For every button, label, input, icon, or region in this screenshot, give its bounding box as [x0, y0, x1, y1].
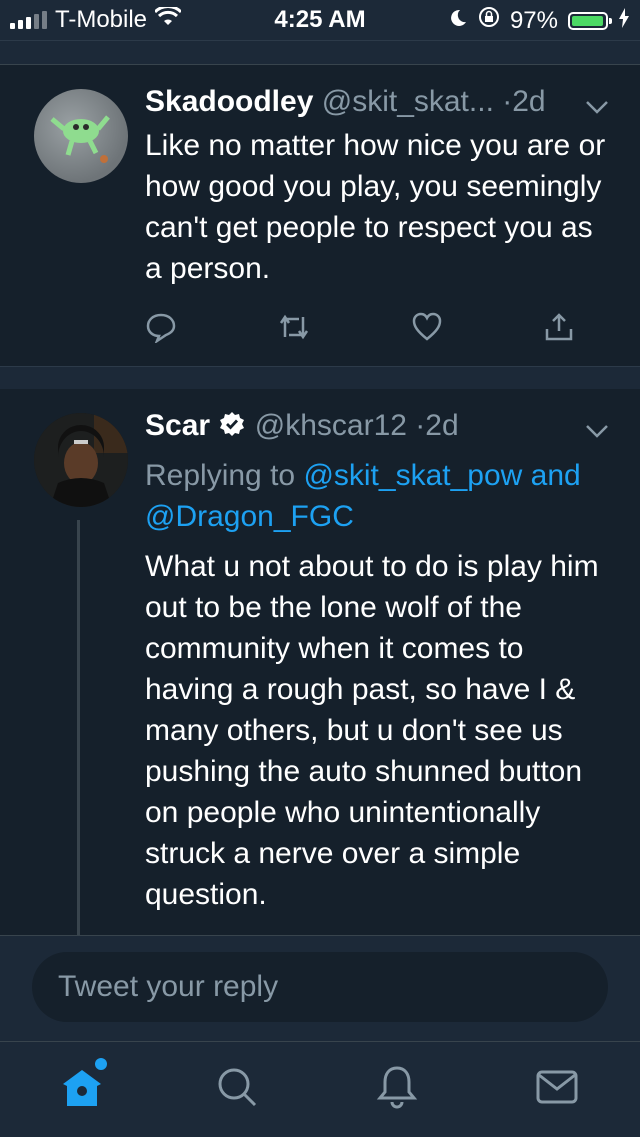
tweet-time: 2d: [512, 85, 546, 118]
avatar[interactable]: [34, 89, 128, 183]
notification-dot: [95, 1057, 107, 1070]
battery-icon: [568, 11, 612, 30]
tab-home[interactable]: [57, 1057, 107, 1115]
reply-input[interactable]: [32, 952, 608, 1022]
tweet-time: 2d: [425, 409, 459, 442]
share-icon[interactable]: [543, 311, 575, 348]
tweet[interactable]: Skadoodley @skit_skat... ·2d Like no mat…: [0, 64, 640, 367]
separator-dot: ·: [502, 85, 513, 118]
separator-dot: ·: [415, 409, 426, 442]
verified-badge-icon: [218, 410, 246, 446]
tweet-actions: [145, 311, 575, 348]
replying-prefix: Replying to: [145, 459, 296, 492]
like-icon[interactable]: [411, 311, 443, 348]
tab-bar: [0, 1041, 640, 1137]
reply-icon[interactable]: [145, 311, 177, 348]
tweet-text: What u not about to do is play him out t…: [145, 550, 599, 911]
tweet-focused[interactable]: Scar @khscar12 ·2d Replying to @skit_ska…: [0, 389, 640, 935]
rotation-lock-icon: [478, 6, 500, 35]
home-icon: [59, 1057, 107, 1115]
tweet-header: Skadoodley @skit_skat... ·2d: [145, 85, 620, 119]
top-gap: [0, 40, 640, 65]
user-handle[interactable]: @skit_skat...: [322, 85, 494, 118]
reply-bar: [0, 935, 640, 1042]
display-name[interactable]: Skadoodley: [145, 85, 313, 118]
avatar[interactable]: [34, 413, 128, 507]
tab-messages[interactable]: [532, 1064, 582, 1114]
retweet-icon[interactable]: [277, 311, 311, 348]
tweet-text: Like no matter how nice you are or how g…: [145, 129, 606, 285]
status-bar: T-Mobile 4:25 AM 97%: [0, 0, 640, 40]
mention-link[interactable]: @Dragon_FGC: [145, 500, 354, 533]
moon-icon: [448, 7, 468, 35]
user-handle[interactable]: @khscar12: [255, 409, 407, 442]
chevron-down-icon[interactable]: [584, 415, 610, 449]
display-name[interactable]: Scar: [145, 409, 210, 442]
battery-percent: 97%: [509, 6, 558, 34]
bell-icon: [375, 1064, 419, 1115]
tweet-separator: [0, 366, 640, 390]
charging-icon: [618, 7, 630, 35]
chevron-down-icon[interactable]: [584, 91, 610, 125]
mail-icon: [535, 1067, 579, 1112]
thread-line: [77, 520, 80, 935]
status-right: 97%: [448, 6, 630, 35]
tweet-header: Scar @khscar12 ·2d: [145, 409, 620, 446]
search-icon: [215, 1065, 259, 1114]
battery-fill: [572, 15, 604, 26]
tab-notifications[interactable]: [372, 1064, 422, 1114]
tab-search[interactable]: [212, 1064, 262, 1114]
mention-link[interactable]: @skit_skat_pow: [303, 459, 522, 492]
mention-and[interactable]: and: [531, 459, 581, 492]
replying-to: Replying to @skit_skat_pow and @Dragon_F…: [145, 455, 615, 537]
